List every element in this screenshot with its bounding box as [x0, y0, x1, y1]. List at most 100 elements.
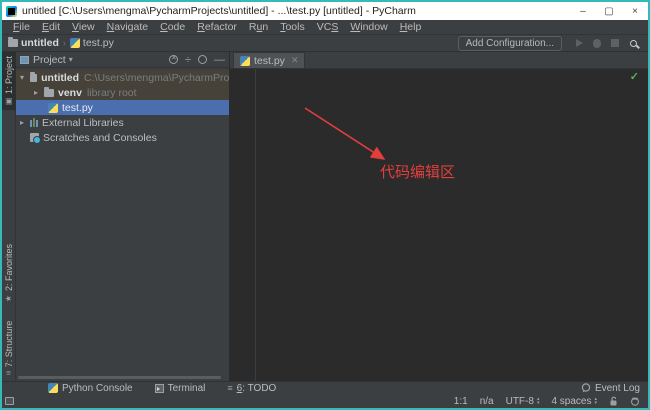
python-file-icon	[240, 56, 250, 66]
pycharm-window: untitled [C:\Users\mengma\PycharmProject…	[0, 0, 650, 410]
menu-vcs[interactable]: VCS	[311, 21, 345, 33]
annotation-arrow	[230, 69, 648, 381]
toolwindow-switcher-icon[interactable]	[5, 397, 14, 405]
pycharm-logo-icon	[6, 6, 17, 17]
chevron-right-icon[interactable]: ▸	[34, 88, 44, 97]
event-log-icon	[581, 383, 591, 393]
python-file-icon	[70, 38, 80, 48]
python-file-icon	[48, 103, 58, 113]
project-stripe-icon: ▣	[5, 97, 14, 106]
tree-row-venv[interactable]: ▸ venv library root	[16, 85, 229, 100]
libraries-icon	[30, 118, 38, 127]
title-bar: untitled [C:\Users\mengma\PycharmProject…	[2, 2, 648, 20]
project-panel-title[interactable]: Project	[33, 54, 66, 66]
project-tree: ▾ untitled C:\Users\mengma\PycharmProjec…	[16, 68, 229, 375]
structure-icon: ≡	[7, 368, 12, 377]
close-button[interactable]: ×	[622, 2, 648, 20]
caret-position-widget[interactable]: 1:1	[454, 396, 468, 407]
locate-file-icon[interactable]	[169, 55, 178, 64]
menu-help[interactable]: Help	[394, 21, 428, 33]
favorites-star-icon: ★	[5, 294, 14, 303]
tree-row-scratches[interactable]: Scratches and Consoles	[16, 130, 229, 145]
debug-button[interactable]	[590, 39, 604, 48]
toolwindow-project-button[interactable]: ▣ 1: Project	[2, 52, 16, 110]
window-title: untitled [C:\Users\mengma\PycharmProject…	[22, 5, 570, 17]
stop-icon	[611, 39, 619, 47]
collapse-all-icon[interactable]: ÷	[185, 54, 191, 66]
scratches-icon	[30, 133, 39, 142]
editor-area: test.py ✕ ✓ 代码编辑区	[230, 52, 648, 381]
unlock-icon	[609, 396, 618, 406]
menu-run[interactable]: Run	[243, 21, 274, 33]
hide-panel-icon[interactable]: —	[214, 54, 225, 66]
search-icon	[630, 40, 637, 47]
project-panel-toolbar: ÷ —	[169, 54, 225, 66]
chevron-updown-icon: ▴▾	[594, 397, 597, 405]
project-dropdown-caret[interactable]: ▾	[69, 55, 169, 64]
inspection-profile-button[interactable]	[630, 396, 640, 406]
menu-bar: File Edit View Navigate Code Refactor Ru…	[2, 20, 648, 35]
search-everywhere-button[interactable]	[626, 40, 640, 47]
tree-row-testpy[interactable]: test.py	[16, 100, 229, 115]
project-tool-window: Project ▾ ÷ — ▾ untitled C:\Users\mengma…	[16, 52, 230, 381]
chevron-right-icon[interactable]: ▸	[20, 118, 30, 127]
breadcrumb: untitled › test.py	[8, 37, 458, 49]
chevron-down-icon[interactable]: ▾	[20, 73, 30, 82]
status-bar: 1:1 n/a UTF-8 ▴▾ 4 spaces ▴▾	[2, 394, 648, 408]
toolwindow-favorites-button[interactable]: ★ 2: Favorites	[2, 240, 16, 307]
stripe-bottom-group: ★ 2: Favorites ≡ 7: Structure	[2, 240, 16, 379]
status-bar-widgets: 1:1 n/a UTF-8 ▴▾ 4 spaces ▴▾	[454, 396, 640, 407]
close-icon[interactable]: ✕	[291, 55, 299, 66]
run-button[interactable]	[572, 39, 586, 47]
menu-navigate[interactable]: Navigate	[101, 21, 154, 33]
toolwindow-python-console-button[interactable]: Python Console	[48, 383, 133, 394]
folder-icon	[8, 39, 18, 47]
horizontal-scrollbar[interactable]	[18, 376, 221, 379]
tree-row-external-libraries[interactable]: ▸ External Libraries	[16, 115, 229, 130]
menu-view[interactable]: View	[66, 21, 101, 33]
window-controls: – ▢ ×	[570, 2, 648, 20]
folder-icon	[30, 74, 37, 82]
main-area: ▣ 1: Project ★ 2: Favorites ≡ 7: Structu…	[2, 52, 648, 381]
menu-edit[interactable]: Edit	[36, 21, 66, 33]
vcs-widget[interactable]: n/a	[480, 396, 494, 407]
navigation-toolbar: untitled › test.py Add Configuration...	[2, 35, 648, 52]
menu-file[interactable]: File	[7, 21, 36, 33]
left-toolwindow-stripe: ▣ 1: Project ★ 2: Favorites ≡ 7: Structu…	[2, 52, 16, 381]
encoding-widget[interactable]: UTF-8 ▴▾	[506, 396, 540, 407]
maximize-button[interactable]: ▢	[596, 2, 622, 20]
breadcrumb-separator: ›	[63, 38, 66, 48]
add-configuration-button[interactable]: Add Configuration...	[458, 36, 562, 51]
tab-testpy[interactable]: test.py ✕	[233, 52, 305, 68]
folder-icon	[44, 89, 54, 97]
menu-tools[interactable]: Tools	[274, 21, 311, 33]
menu-code[interactable]: Code	[154, 21, 191, 33]
annotation-label: 代码编辑区	[380, 161, 455, 182]
toolwindow-structure-button[interactable]: ≡ 7: Structure	[2, 317, 16, 379]
readonly-toggle[interactable]	[609, 396, 618, 406]
gear-icon[interactable]	[198, 55, 207, 64]
breadcrumb-project[interactable]: untitled	[8, 37, 59, 49]
toolwindow-terminal-button[interactable]: Terminal	[155, 383, 206, 394]
bottom-toolwindow-bar: Python Console Terminal ≡ 6: TODO Event …	[2, 381, 648, 394]
hector-face-icon	[630, 396, 640, 406]
project-panel-header: Project ▾ ÷ —	[16, 52, 229, 68]
breadcrumb-file[interactable]: test.py	[70, 37, 114, 49]
tree-row-untitled[interactable]: ▾ untitled C:\Users\mengma\PycharmProjec…	[16, 70, 229, 85]
chevron-updown-icon: ▴▾	[537, 397, 540, 405]
event-log-button[interactable]: Event Log	[581, 383, 640, 394]
stop-button[interactable]	[608, 39, 622, 47]
menu-window[interactable]: Window	[344, 21, 393, 33]
indent-widget[interactable]: 4 spaces ▴▾	[551, 396, 597, 407]
minimize-button[interactable]: –	[570, 2, 596, 20]
terminal-icon	[155, 384, 164, 393]
run-icon	[576, 39, 583, 47]
editor-tab-bar: test.py ✕	[230, 52, 648, 69]
menu-refactor[interactable]: Refactor	[191, 21, 243, 33]
toolwindow-todo-button[interactable]: ≡ 6: TODO	[227, 383, 276, 394]
project-view-icon	[20, 56, 29, 64]
todo-list-icon: ≡	[227, 383, 232, 393]
debug-icon	[593, 39, 601, 48]
code-editor[interactable]: ✓ 代码编辑区	[230, 69, 648, 381]
python-console-icon	[48, 383, 58, 393]
